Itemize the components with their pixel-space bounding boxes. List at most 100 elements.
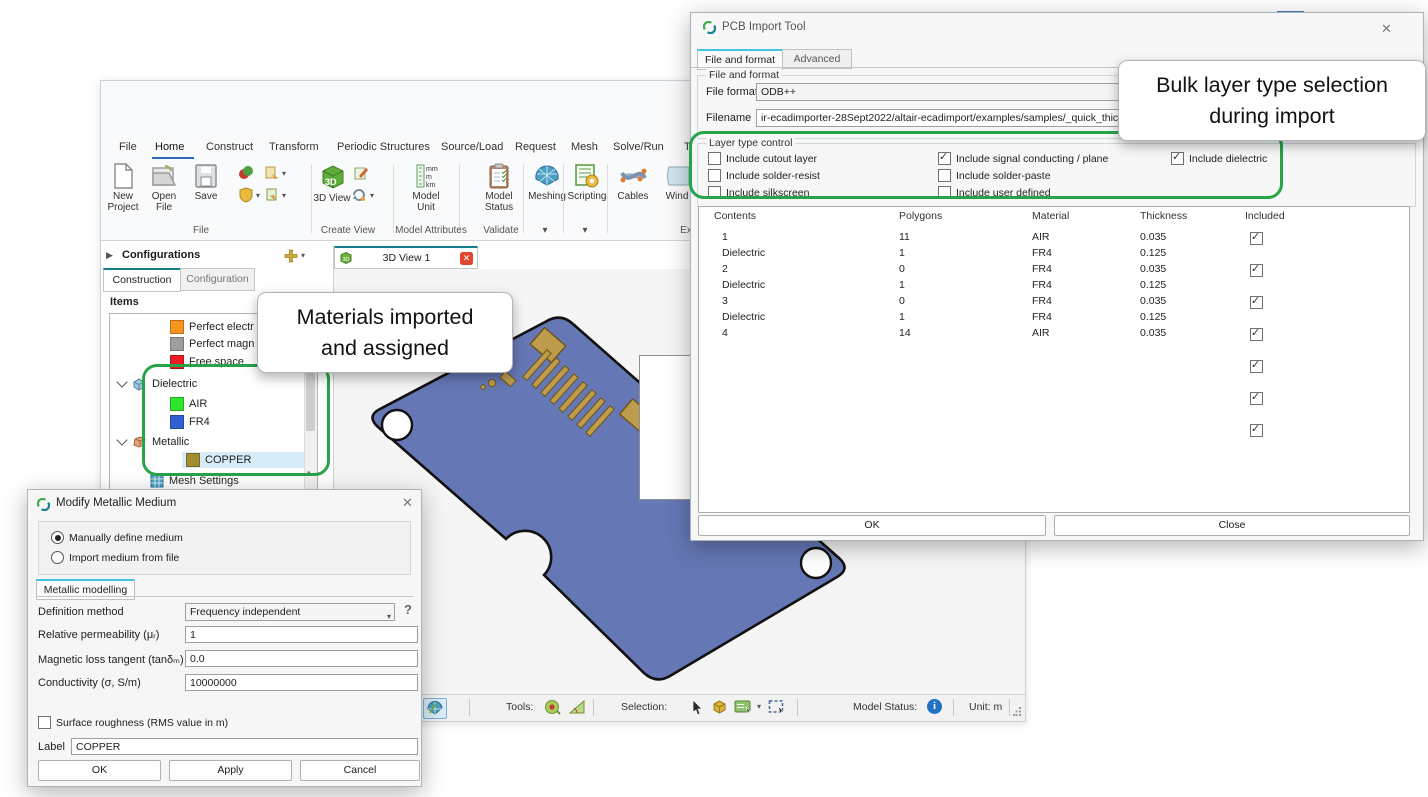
cancel-button[interactable]: Cancel (300, 760, 420, 781)
tree-item-perfect-electric[interactable]: Perfect electr (170, 319, 254, 335)
expand-arrow-icon[interactable]: ▶ (106, 250, 113, 261)
close-view-icon[interactable]: ✕ (460, 252, 473, 265)
add-configuration-dropdown[interactable]: ▾ (301, 251, 305, 260)
view-rotate-icon[interactable] (351, 187, 367, 203)
select-region-icon[interactable] (768, 699, 786, 715)
scrollbar-down-arrow[interactable]: ▾ (307, 469, 311, 477)
tree-item-fr4[interactable]: FR4 (170, 414, 210, 430)
table-row[interactable]: Dielectric 1 FR4 0.125 (699, 255, 1409, 271)
collapse-chevron-icon[interactable] (116, 376, 127, 387)
scripting-button[interactable]: Scripting (567, 163, 607, 202)
table-row[interactable]: 3 0 FR4 0.035 (699, 271, 1409, 287)
meshing-button[interactable]: Meshing (527, 163, 567, 202)
tab-3d-view-1[interactable]: 3D 3D View 1 ✕ (334, 246, 478, 269)
select-cursor-icon[interactable] (691, 699, 704, 715)
table-row[interactable]: 4 14 AIR 0.035 (699, 303, 1409, 319)
angle-tool-icon[interactable] (568, 699, 586, 716)
close-icon[interactable]: ✕ (402, 495, 413, 511)
dropdown-arrow[interactable]: ▾ (256, 191, 260, 200)
cables-button[interactable]: Cables (613, 163, 653, 202)
tree-item-air[interactable]: AIR (170, 396, 207, 412)
included-checkbox[interactable] (1250, 328, 1263, 341)
info-icon[interactable]: i (927, 699, 942, 714)
dropdown-arrow[interactable]: ▾ (282, 191, 286, 200)
close-button[interactable]: Close (1054, 515, 1410, 536)
scripting-group-dropdown[interactable]: ▾ (567, 225, 603, 236)
apply-button[interactable]: Apply (169, 760, 292, 781)
checkbox-include-user-defined[interactable]: Include user defined (938, 186, 1051, 199)
close-icon[interactable]: ✕ (1381, 21, 1392, 37)
ribbon-tab-construct[interactable]: Construct (206, 141, 253, 153)
col-header-thickness[interactable]: Thickness (1140, 210, 1187, 222)
included-checkbox[interactable] (1250, 424, 1263, 437)
open-file-button[interactable]: Open File (144, 163, 184, 213)
tree-item-copper[interactable]: COPPER (186, 452, 251, 468)
copy-special-icon[interactable] (264, 165, 280, 181)
included-checkbox[interactable] (1250, 232, 1263, 245)
view-axes-toggle[interactable] (423, 698, 447, 719)
checkbox-include-signal-conducting[interactable]: Include signal conducting / plane (938, 152, 1108, 165)
tab-construction[interactable]: Construction (103, 268, 181, 292)
select-entity-type-icon[interactable] (734, 699, 753, 715)
tree-branch-dielectric[interactable]: Dielectric (118, 376, 197, 392)
permeability-input[interactable]: 1 (185, 626, 418, 643)
ribbon-tab-transform[interactable]: Transform (269, 141, 319, 153)
radio-import-medium[interactable]: Import medium from file (51, 551, 179, 564)
radio-icon[interactable] (51, 531, 64, 544)
filename-input[interactable]: ir-ecadimporter-28Sept2022/altair-ecadim… (756, 109, 1130, 127)
included-checkbox[interactable] (1250, 392, 1263, 405)
table-row[interactable]: Dielectric 1 FR4 0.125 (699, 223, 1409, 239)
conductivity-input[interactable]: 10000000 (185, 674, 418, 691)
checkbox-include-solder-paste[interactable]: Include solder-paste (938, 169, 1051, 182)
dropdown-arrow[interactable]: ▾ (282, 169, 286, 178)
ribbon-tab-request[interactable]: Request (515, 141, 556, 153)
col-header-polygons[interactable]: Polygons (899, 210, 942, 222)
model-status-button[interactable]: Model Status (479, 163, 519, 213)
checkbox-include-dielectric[interactable]: Include dielectric (1171, 152, 1267, 165)
collapse-chevron-icon[interactable] (116, 434, 127, 445)
add-configuration-icon[interactable] (284, 249, 298, 263)
3d-view-button[interactable]: 3D 3D View (312, 163, 352, 204)
checkbox-icon[interactable] (938, 169, 951, 182)
ribbon-tab-file[interactable]: File (119, 141, 137, 153)
save-button[interactable]: Save (186, 163, 226, 202)
new-project-button[interactable]: New Project (103, 163, 143, 213)
tree-item-free-space[interactable]: Free space (170, 354, 244, 370)
checkbox-icon[interactable] (38, 716, 51, 729)
surface-roughness-checkbox[interactable]: Surface roughness (RMS value in m) (38, 716, 228, 729)
definition-method-select[interactable]: Frequency independent ▾ (185, 603, 395, 621)
model-unit-button[interactable]: mmmkm Model Unit (406, 163, 446, 213)
checkbox-icon[interactable] (708, 152, 721, 165)
measure-tool-icon[interactable] (544, 699, 561, 716)
checkbox-include-cutout-layer[interactable]: Include cutout layer (708, 152, 817, 165)
col-header-included[interactable]: Included (1245, 210, 1285, 222)
loss-tangent-input[interactable]: 0.0 (185, 650, 418, 667)
checkbox-icon[interactable] (1171, 152, 1184, 165)
checkbox-icon[interactable] (938, 186, 951, 199)
tree-item-perfect-magnetic[interactable]: Perfect magn (170, 336, 254, 352)
tree-item-mesh-settings[interactable]: Mesh Settings (150, 473, 239, 489)
tab-configuration[interactable]: Configuration (180, 268, 255, 291)
ribbon-tab-mesh[interactable]: Mesh (571, 141, 598, 153)
checkbox-include-solder-resist[interactable]: Include solder-resist (708, 169, 820, 182)
radio-manually-define[interactable]: Manually define medium (51, 531, 183, 544)
ribbon-tab-source-load[interactable]: Source/Load (441, 141, 503, 153)
table-row[interactable]: 2 0 FR4 0.035 (699, 239, 1409, 255)
selection-dropdown[interactable]: ▾ (757, 702, 761, 711)
checkbox-icon[interactable] (708, 186, 721, 199)
radio-icon[interactable] (51, 551, 64, 564)
protect-icon[interactable] (238, 187, 254, 203)
ok-button[interactable]: OK (38, 760, 161, 781)
included-checkbox[interactable] (1250, 296, 1263, 309)
tree-branch-metallic[interactable]: Metallic (118, 434, 189, 450)
edit-view-icon[interactable] (353, 165, 369, 181)
checkbox-icon[interactable] (708, 169, 721, 182)
union-parts-icon[interactable] (238, 165, 254, 181)
tab-advanced[interactable]: Advanced (782, 49, 852, 69)
ribbon-tab-home[interactable]: Home (155, 141, 184, 153)
included-checkbox[interactable] (1250, 264, 1263, 277)
help-button[interactable]: ? (404, 602, 412, 617)
ok-button[interactable]: OK (698, 515, 1046, 536)
table-row[interactable]: Dielectric 1 FR4 0.125 (699, 287, 1409, 303)
checkbox-icon[interactable] (938, 152, 951, 165)
